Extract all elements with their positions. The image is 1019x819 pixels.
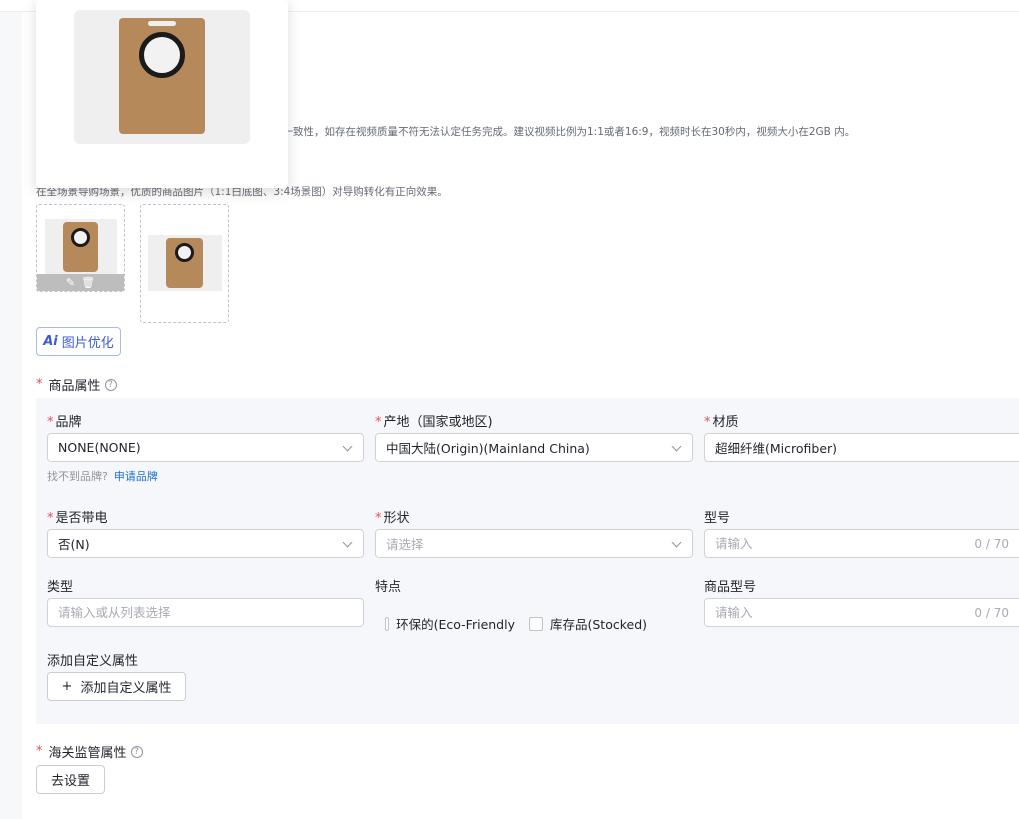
- customs-settings-label: 去设置: [50, 774, 90, 789]
- customs-settings-button[interactable]: 去设置: [36, 765, 105, 794]
- left-gutter: [0, 12, 22, 819]
- type-input[interactable]: [47, 598, 364, 627]
- product-model-label: 商品型号: [704, 580, 757, 595]
- section-title-text: 商品属性: [48, 379, 101, 394]
- product-model-counter: 0 / 70: [974, 605, 1009, 620]
- type-input-box[interactable]: [58, 605, 353, 620]
- product-model-input[interactable]: 0 / 70: [704, 598, 1019, 627]
- product-image-thumb-1[interactable]: ✎ 🗑: [36, 204, 125, 292]
- plus-icon: +: [61, 679, 73, 694]
- shape-label: * 形状: [375, 511, 410, 526]
- model-input-box[interactable]: [715, 536, 1013, 551]
- delete-icon[interactable]: 🗑: [81, 276, 95, 289]
- checkbox[interactable]: [385, 616, 390, 631]
- chevron-down-icon: [342, 537, 353, 548]
- custom-attributes-label: 添加自定义属性: [47, 654, 139, 669]
- thumb-toolbar: ✎ 🗑: [37, 274, 124, 291]
- model-counter: 0 / 70: [974, 536, 1009, 551]
- ai-icon: Ai: [43, 334, 58, 349]
- apply-brand-link[interactable]: 申请品牌: [114, 470, 158, 483]
- brand-label: * 品牌: [47, 415, 82, 430]
- chevron-down-icon: [671, 537, 682, 548]
- help-icon[interactable]: ?: [130, 745, 143, 758]
- add-custom-attribute-label: 添加自定义属性: [80, 681, 172, 696]
- feature-eco-friendly[interactable]: 环保的(Eco-Friendly: [385, 614, 515, 633]
- brand-note: 找不到品牌? 申请品牌: [47, 470, 158, 483]
- image-optimize-button[interactable]: Ai 图片优化: [36, 327, 121, 356]
- material-select[interactable]: 超细纤维(Microfiber): [704, 433, 1019, 462]
- help-icon[interactable]: ?: [104, 378, 117, 391]
- product-attributes-title: * 商品属性 ?: [36, 375, 117, 394]
- origin-select[interactable]: 中国大陆(Origin)(Mainland China): [375, 433, 693, 462]
- edit-icon[interactable]: ✎: [66, 276, 75, 289]
- bag-image: [119, 18, 205, 134]
- brand-select[interactable]: NONE(NONE): [47, 433, 364, 462]
- add-custom-attribute-button[interactable]: + 添加自定义属性: [47, 672, 186, 701]
- electric-label: * 是否带电: [47, 511, 108, 526]
- shape-select[interactable]: 请选择: [375, 529, 693, 558]
- chevron-down-icon: [342, 441, 353, 452]
- video-hint: 息一致性，如存在视频质量不符无法认定任务完成。建议视频比例为1:1或者16:9，…: [272, 126, 856, 138]
- required-mark: *: [36, 377, 43, 392]
- origin-label: * 产地（国家或地区): [375, 415, 493, 430]
- feature-stocked[interactable]: 库存品(Stocked): [529, 614, 647, 633]
- model-input[interactable]: 0 / 70: [704, 529, 1019, 558]
- image-preview-popover: [36, 0, 288, 188]
- required-mark: *: [36, 744, 43, 759]
- product-image-thumb-2[interactable]: [140, 204, 229, 323]
- chevron-down-icon: [671, 441, 682, 452]
- image-optimize-label: 图片优化: [61, 336, 114, 351]
- type-label: 类型: [47, 580, 74, 595]
- electric-select[interactable]: 否(N): [47, 529, 364, 558]
- preview-image: [74, 10, 250, 144]
- model-label: 型号: [704, 511, 731, 526]
- features-label: 特点: [375, 580, 402, 595]
- material-label: * 材质: [704, 415, 739, 430]
- customs-title-text: 海关监管属性: [48, 746, 127, 761]
- product-model-input-box[interactable]: [715, 605, 1013, 620]
- customs-title: * 海关监管属性 ?: [36, 742, 143, 761]
- checkbox[interactable]: [529, 616, 543, 631]
